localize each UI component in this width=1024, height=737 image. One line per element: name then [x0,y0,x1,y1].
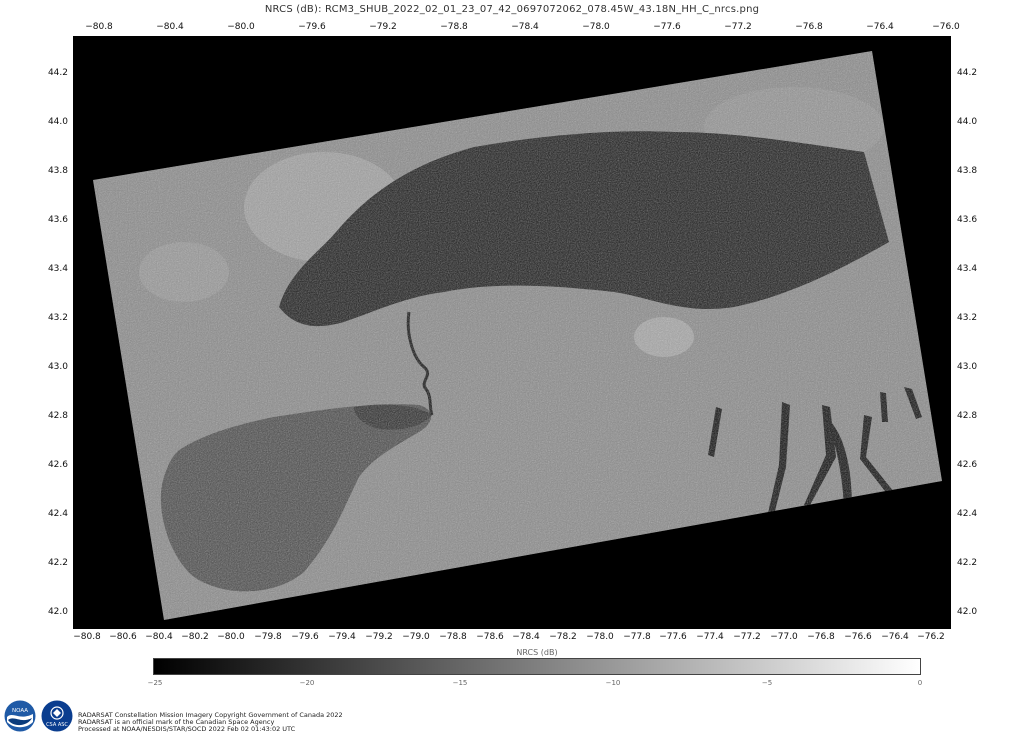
csa-logo: CSA ASC [41,700,73,732]
lon-tick-bottom: −77.6 [659,632,687,642]
lat-tick-right: 42.6 [957,460,978,470]
lon-tick-top: −79.6 [298,22,326,32]
colorbar [153,658,921,675]
credit-line: Processed at NOAA/NESDIS/STAR/SOCD 2022 … [78,725,296,733]
colorbar-tick: −5 [761,679,773,687]
lon-tick-bottom: −78.4 [512,632,540,642]
lat-tick-left: 44.0 [47,117,68,127]
lon-tick-top: −78.8 [440,22,468,32]
lon-tick-bottom: −78.0 [586,632,614,642]
lon-tick-bottom: −77.8 [623,632,651,642]
lon-tick-top: −78.0 [582,22,610,32]
lon-tick-bottom: −79.4 [328,632,356,642]
lon-tick-bottom: −80.6 [109,632,137,642]
lon-tick-bottom: −76.8 [807,632,835,642]
lon-tick-bottom: −76.6 [844,632,872,642]
sar-map-frame [73,36,951,629]
lat-tick-left: 42.4 [47,509,68,519]
colorbar-tick: −10 [605,679,621,687]
lat-tick-right: 42.8 [957,411,978,421]
lon-tick-bottom: −77.0 [770,632,798,642]
lat-tick-right: 43.8 [957,166,978,176]
lat-tick-right: 44.2 [957,68,978,78]
lon-tick-bottom: −78.8 [439,632,467,642]
lon-tick-top: −76.8 [795,22,823,32]
lon-tick-bottom: −80.8 [73,632,101,642]
colorbar-tick: −25 [147,679,163,687]
lat-tick-left: 44.2 [47,68,68,78]
colorbar-tick: −15 [452,679,468,687]
noaa-logo-text: NOAA [12,708,28,714]
lon-tick-bottom: −78.6 [476,632,504,642]
lon-tick-top: −76.4 [866,22,894,32]
colorbar-label: NRCS (dB) [516,648,558,657]
lon-tick-bottom: −76.4 [881,632,909,642]
lat-tick-right: 43.0 [957,362,978,372]
lon-tick-bottom: −78.2 [549,632,577,642]
lat-tick-left: 43.6 [47,215,68,225]
lon-tick-bottom: −79.6 [291,632,319,642]
lon-tick-top: −79.2 [369,22,397,32]
lon-tick-bottom: −77.2 [733,632,761,642]
lat-tick-right: 43.6 [957,215,978,225]
colorbar-tick: 0 [917,679,923,687]
lat-tick-right: 42.0 [957,607,978,617]
credits: RADARSAT Constellation Mission Imagery C… [78,712,343,733]
lat-tick-left: 43.0 [47,362,68,372]
csa-logo-text: CSA ASC [46,722,68,728]
lat-tick-right: 44.0 [957,117,978,127]
lon-tick-bottom: −80.0 [217,632,245,642]
lat-tick-left: 43.8 [47,166,68,176]
lat-tick-right: 43.4 [957,264,978,274]
lon-tick-top: −80.0 [227,22,255,32]
lon-tick-top: −77.6 [653,22,681,32]
lon-tick-bottom: −79.8 [254,632,282,642]
lon-tick-bottom: −80.2 [181,632,209,642]
page-title: NRCS (dB): RCM3_SHUB_2022_02_01_23_07_42… [264,4,760,15]
lat-tick-left: 42.6 [47,460,68,470]
lon-tick-top: −76.0 [932,22,960,32]
lon-tick-bottom: −80.4 [145,632,173,642]
lon-tick-top: −77.2 [724,22,752,32]
lat-tick-left: 43.4 [47,264,68,274]
lon-tick-bottom: −76.2 [917,632,945,642]
lon-tick-top: −78.4 [511,22,539,32]
lon-tick-bottom: −79.2 [365,632,393,642]
lat-tick-left: 42.2 [47,558,68,568]
lat-tick-left: 43.2 [47,313,68,323]
lat-tick-left: 42.0 [47,607,68,617]
lon-tick-bottom: −79.0 [402,632,430,642]
lon-tick-bottom: −77.4 [696,632,724,642]
sar-scene [93,51,942,620]
lat-tick-left: 42.8 [47,411,68,421]
colorbar-tick: −20 [299,679,315,687]
noaa-logo: NOAA [4,700,36,732]
lat-tick-right: 42.2 [957,558,978,568]
lon-tick-top: −80.8 [85,22,113,32]
lat-tick-right: 43.2 [957,313,978,323]
lat-tick-right: 42.4 [957,509,978,519]
lon-tick-top: −80.4 [156,22,184,32]
